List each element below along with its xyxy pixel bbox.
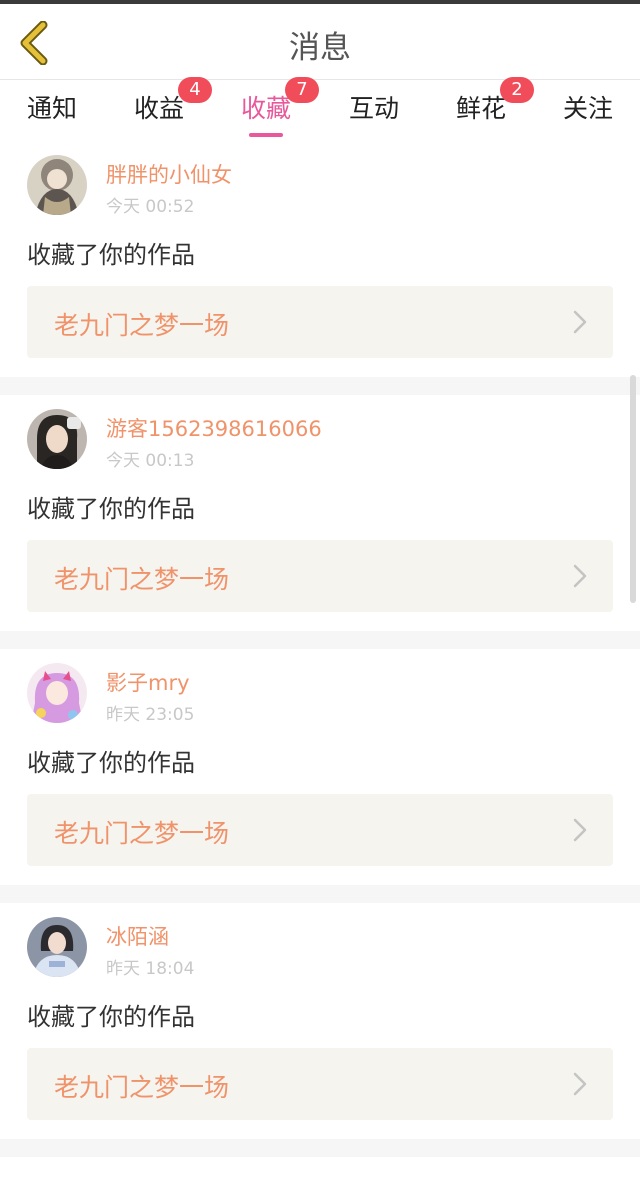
notification-item: 游客1562398616066 今天 00:13 收藏了你的作品 老九门之梦一场 bbox=[0, 395, 640, 631]
username[interactable]: 影子mry bbox=[106, 667, 190, 697]
active-tab-indicator bbox=[249, 133, 283, 137]
work-link[interactable]: 老九门之梦一场 bbox=[27, 286, 613, 358]
page-title: 消息 bbox=[289, 30, 351, 66]
tab-earnings[interactable]: 收益 4 bbox=[114, 77, 212, 125]
chevron-right-icon bbox=[573, 564, 587, 588]
action-text: 收藏了你的作品 bbox=[27, 495, 195, 523]
chevron-right-icon bbox=[573, 310, 587, 334]
divider bbox=[0, 1139, 640, 1157]
divider bbox=[0, 885, 640, 903]
username[interactable]: 冰陌涵 bbox=[106, 921, 169, 951]
action-text: 收藏了你的作品 bbox=[27, 749, 195, 777]
tab-label: 收藏 bbox=[240, 94, 291, 123]
work-link[interactable]: 老九门之梦一场 bbox=[27, 1048, 613, 1120]
username[interactable]: 胖胖的小仙女 bbox=[106, 159, 232, 189]
avatar[interactable] bbox=[27, 917, 87, 977]
notification-list: 胖胖的小仙女 今天 00:52 收藏了你的作品 老九门之梦一场 游客156239… bbox=[0, 141, 640, 1157]
username[interactable]: 游客1562398616066 bbox=[106, 413, 322, 443]
tab-label: 收益 bbox=[133, 94, 184, 123]
divider bbox=[0, 631, 640, 649]
work-title: 老九门之梦一场 bbox=[54, 819, 230, 848]
header: 消息 bbox=[0, 4, 640, 80]
tab-bar: 通知 收益 4 收藏 7 互动 鲜花 2 关注 bbox=[0, 77, 640, 141]
divider bbox=[0, 377, 640, 395]
work-title: 老九门之梦一场 bbox=[54, 311, 230, 340]
chevron-right-icon bbox=[573, 818, 587, 842]
work-link[interactable]: 老九门之梦一场 bbox=[27, 540, 613, 612]
notification-item: 影子mry 昨天 23:05 收藏了你的作品 老九门之梦一场 bbox=[0, 649, 640, 885]
scrollbar[interactable] bbox=[630, 375, 636, 603]
action-text: 收藏了你的作品 bbox=[27, 241, 195, 269]
work-link[interactable]: 老九门之梦一场 bbox=[27, 794, 613, 866]
work-title: 老九门之梦一场 bbox=[54, 565, 230, 594]
avatar[interactable] bbox=[27, 155, 87, 215]
tab-favorites[interactable]: 收藏 7 bbox=[221, 77, 319, 137]
tab-flowers[interactable]: 鲜花 2 bbox=[436, 77, 534, 125]
tab-badge: 2 bbox=[500, 77, 534, 103]
timestamp: 今天 00:13 bbox=[106, 451, 195, 471]
tab-label: 通知 bbox=[26, 94, 77, 123]
notification-item: 胖胖的小仙女 今天 00:52 收藏了你的作品 老九门之梦一场 bbox=[0, 141, 640, 377]
tab-interactions[interactable]: 互动 bbox=[329, 89, 419, 125]
tab-notifications[interactable]: 通知 bbox=[7, 89, 97, 125]
chevron-right-icon bbox=[573, 1072, 587, 1096]
timestamp: 昨天 23:05 bbox=[106, 705, 195, 725]
tab-following[interactable]: 关注 bbox=[543, 89, 633, 125]
tab-label: 鲜花 bbox=[455, 94, 506, 123]
timestamp: 昨天 18:04 bbox=[106, 959, 195, 979]
avatar[interactable] bbox=[27, 663, 87, 723]
tab-label: 关注 bbox=[562, 94, 613, 123]
tab-label: 互动 bbox=[348, 94, 399, 123]
tab-badge: 4 bbox=[178, 77, 212, 103]
timestamp: 今天 00:52 bbox=[106, 197, 195, 217]
tab-badge: 7 bbox=[285, 77, 319, 103]
avatar[interactable] bbox=[27, 409, 87, 469]
action-text: 收藏了你的作品 bbox=[27, 1003, 195, 1031]
work-title: 老九门之梦一场 bbox=[54, 1073, 230, 1102]
notification-item: 冰陌涵 昨天 18:04 收藏了你的作品 老九门之梦一场 bbox=[0, 903, 640, 1139]
